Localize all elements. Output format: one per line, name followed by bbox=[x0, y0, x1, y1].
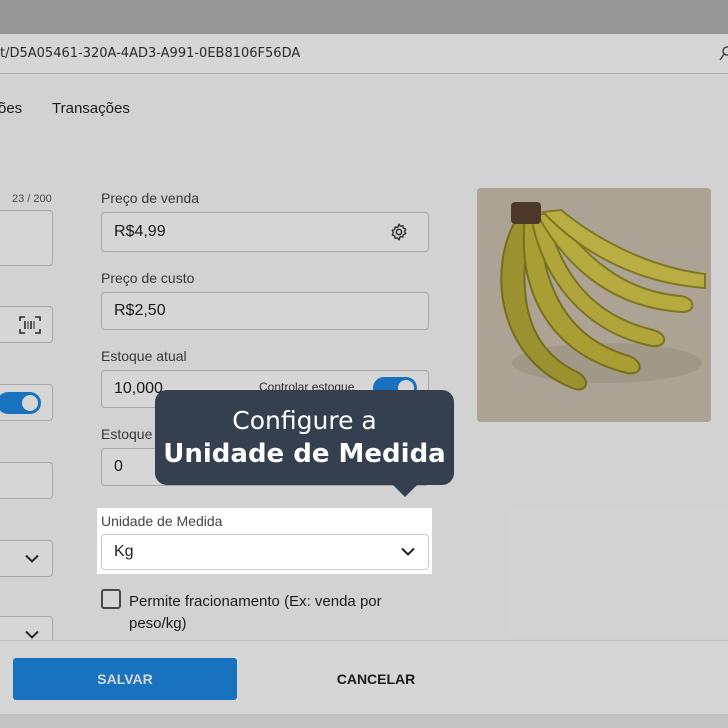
cost-price-value: R$2,50 bbox=[114, 302, 166, 319]
url-text[interactable]: t/D5A05461-320A-4AD3-A991-0EB8106F56DA bbox=[0, 46, 300, 61]
save-button[interactable]: SALVAR bbox=[13, 658, 237, 700]
chevron-down-icon[interactable] bbox=[401, 547, 415, 557]
barcode-scan-icon[interactable] bbox=[18, 315, 42, 335]
fraction-checkbox[interactable] bbox=[101, 589, 121, 609]
sale-price-field[interactable]: R$4,99 bbox=[101, 212, 429, 252]
left-field-4[interactable] bbox=[0, 462, 53, 499]
address-bar[interactable]: t/D5A05461-320A-4AD3-A991-0EB8106F56DA bbox=[0, 34, 728, 74]
active-toggle[interactable] bbox=[0, 392, 41, 414]
unit-value: Kg bbox=[114, 543, 134, 560]
banana-image bbox=[477, 188, 711, 422]
taskbar-strip bbox=[0, 714, 728, 728]
description-field[interactable] bbox=[0, 210, 53, 266]
chevron-down-icon[interactable] bbox=[25, 630, 39, 639]
tooltip-line2: Unidade de Medida bbox=[163, 439, 446, 469]
stock-label: Estoque atual bbox=[101, 348, 187, 364]
character-counter: 23 / 200 bbox=[12, 193, 52, 205]
active-toggle-field bbox=[0, 384, 53, 421]
tab-transacoes[interactable]: Transações bbox=[52, 100, 130, 117]
cancel-button[interactable]: CANCELAR bbox=[276, 658, 476, 700]
tour-tooltip: Configure a Unidade de Medida bbox=[155, 390, 454, 497]
tab-promocoes[interactable]: ões bbox=[0, 100, 22, 117]
fraction-label: Permite fracionamento (Ex: venda por pes… bbox=[129, 593, 382, 632]
product-image[interactable] bbox=[477, 188, 711, 422]
chevron-down-icon[interactable] bbox=[25, 554, 39, 563]
sale-price-label: Preço de venda bbox=[101, 190, 200, 206]
unit-label: Unidade de Medida bbox=[101, 513, 223, 529]
sale-price-value: R$4,99 bbox=[114, 223, 166, 240]
unit-spotlight: Unidade de Medida Kg bbox=[97, 508, 432, 574]
cost-price-field[interactable]: R$2,50 bbox=[101, 292, 429, 330]
category-select[interactable] bbox=[0, 540, 53, 577]
cost-price-label: Preço de custo bbox=[101, 270, 195, 286]
min-stock-value: 0 bbox=[114, 458, 123, 475]
unit-select[interactable]: Kg bbox=[101, 534, 429, 570]
key-icon[interactable] bbox=[718, 46, 728, 62]
gear-icon[interactable] bbox=[389, 222, 409, 242]
form-footer: SALVAR CANCELAR bbox=[0, 640, 728, 714]
barcode-field[interactable] bbox=[0, 306, 53, 343]
tooltip-line1: Configure a bbox=[232, 406, 377, 435]
min-stock-label: Estoque bbox=[101, 426, 153, 442]
browser-tab-strip bbox=[0, 0, 728, 34]
